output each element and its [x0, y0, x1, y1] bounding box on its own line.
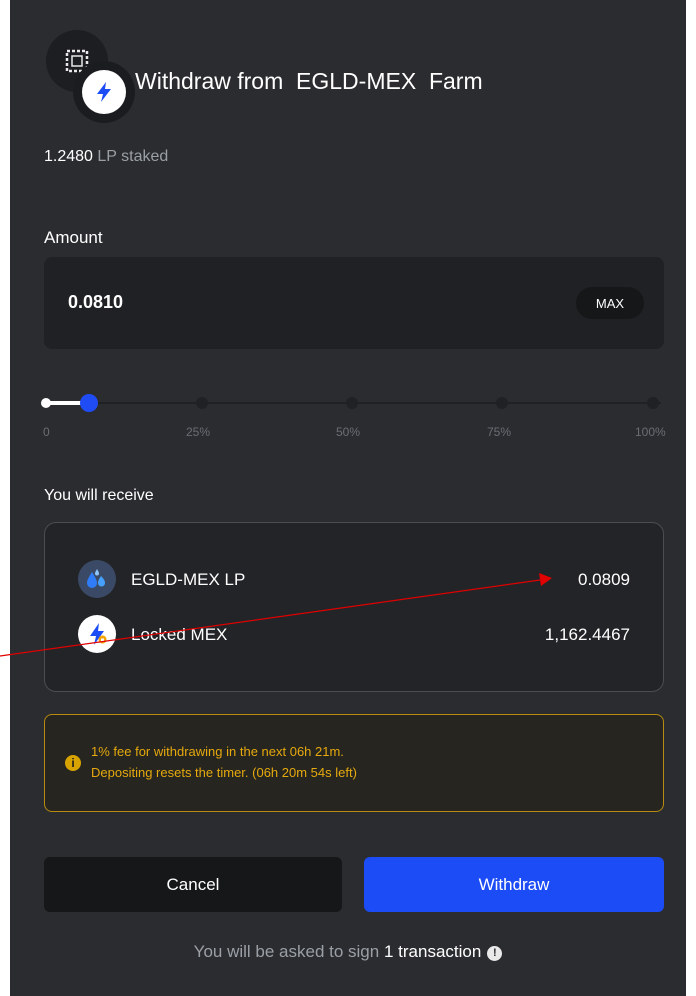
withdraw-button[interactable]: Withdraw: [364, 857, 664, 912]
lightning-bolt-icon: [97, 82, 111, 102]
cancel-button[interactable]: Cancel: [44, 857, 342, 912]
transaction-count: 1 transaction: [383, 942, 482, 961]
slider-tick-100: 100%: [635, 425, 666, 439]
sign-note-prefix: You will be asked to sign: [193, 942, 380, 961]
receive-item-name: EGLD-MEX LP: [131, 570, 246, 589]
slider-stop-75[interactable]: [496, 397, 508, 409]
receive-item-name: Locked MEX: [131, 625, 228, 644]
farm-name: EGLD-MEX: [296, 68, 417, 94]
egld-mex-lp-drops-icon: [78, 560, 116, 598]
slider-tick-50: 50%: [336, 425, 361, 439]
max-button[interactable]: MAX: [576, 287, 644, 319]
slider-stop-50[interactable]: [346, 397, 358, 409]
receive-item-value: 0.0809: [578, 570, 630, 589]
sign-note: You will be asked to sign 1 transaction!: [10, 942, 686, 962]
staked-balance: 1.2480 LP staked: [44, 148, 168, 166]
amount-label: Amount: [44, 228, 103, 247]
amount-input[interactable]: 0.0810 MAX: [44, 257, 664, 349]
receive-label: You will receive: [44, 487, 154, 504]
slider-handle[interactable]: [80, 394, 98, 412]
slider-stop-25[interactable]: [196, 397, 208, 409]
warning-line-1: 1% fee for withdrawing in the next 06h 2…: [91, 744, 344, 759]
warning-line-2: Depositing resets the timer. (06h 20m 54…: [91, 765, 357, 780]
fee-warning: i 1% fee for withdrawing in the next 06h…: [44, 714, 664, 812]
staked-amount: 1.2480: [44, 148, 93, 165]
amount-value[interactable]: 0.0810: [68, 292, 123, 313]
receive-item-value: 1,162.4467: [544, 625, 630, 644]
staked-unit: LP staked: [97, 148, 169, 165]
mex-token-icon: [73, 61, 135, 123]
dialog-title: Withdraw from EGLD-MEX Farm: [135, 68, 483, 94]
receive-summary: EGLD-MEX LP 0.0809 Locked MEX 1,162.4467: [44, 522, 664, 692]
info-circle-icon: i: [65, 755, 81, 771]
slider-stop-100[interactable]: [647, 397, 659, 409]
slider-tick-75: 75%: [487, 425, 512, 439]
slider-tick-0: 0: [43, 425, 50, 439]
locked-mex-bolt-icon: [78, 615, 116, 653]
slider-start-dot: [41, 398, 51, 408]
slider-tick-25: 25%: [186, 425, 211, 439]
info-icon[interactable]: !: [487, 945, 503, 961]
withdraw-dialog: Withdraw from EGLD-MEX Farm 1.2480 LP st…: [10, 0, 686, 996]
